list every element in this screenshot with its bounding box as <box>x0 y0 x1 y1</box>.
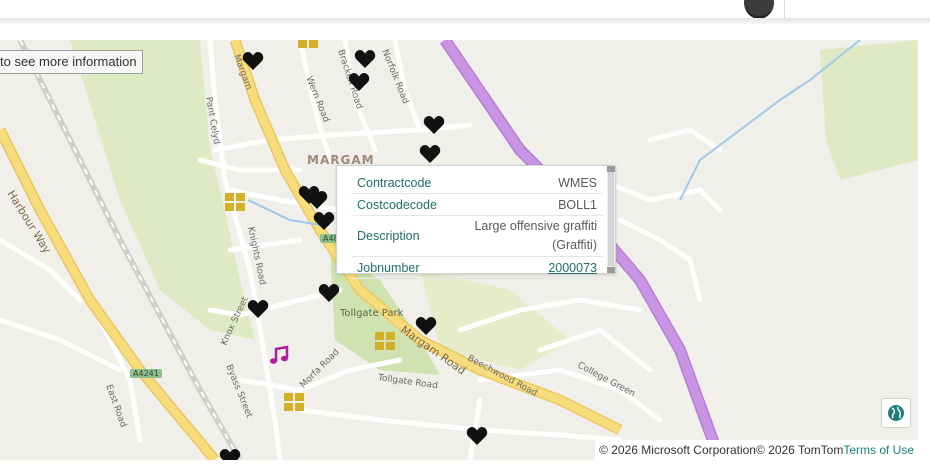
jobnumber-link[interactable]: 2000073 <box>548 261 597 275</box>
user-avatar[interactable] <box>744 0 774 19</box>
field-label: Contractcode <box>351 172 443 194</box>
job-info-table: Contractcode WMES Costcodecode BOLL1 Des… <box>351 172 603 279</box>
heart-marker-icon[interactable] <box>348 72 370 92</box>
table-row: Costcodecode BOLL1 <box>351 193 603 216</box>
scroll-thumb[interactable] <box>608 172 614 266</box>
heart-marker-icon[interactable] <box>466 426 488 446</box>
heart-marker-icon[interactable] <box>242 51 264 71</box>
heart-marker-icon[interactable] <box>318 283 340 303</box>
music-note-icon[interactable] <box>268 345 290 365</box>
table-row: Description Large offensive graffiti (Gr… <box>351 215 603 257</box>
heart-marker-icon[interactable] <box>247 299 269 319</box>
globe-icon <box>888 405 904 421</box>
attribution-tomtom: © 2026 TomTom <box>755 443 844 457</box>
field-value: 2000073 <box>442 256 603 279</box>
page-right-margin <box>918 40 940 466</box>
poi-grid-icon[interactable] <box>374 331 396 351</box>
top-header-bar <box>0 0 940 20</box>
map-style-button[interactable] <box>881 398 911 428</box>
park-label: Tollgate Park <box>340 308 404 319</box>
job-info-popup[interactable]: Contractcode WMES Costcodecode BOLL1 Des… <box>336 165 616 279</box>
heart-marker-icon[interactable] <box>306 190 328 210</box>
scroll-down-arrow[interactable] <box>607 267 615 273</box>
poi-grid-icon[interactable] <box>224 192 246 212</box>
poi-grid-icon[interactable] <box>283 392 305 412</box>
heart-marker-icon[interactable] <box>219 448 241 460</box>
attribution-microsoft: © 2026 Microsoft Corporation <box>599 443 756 457</box>
table-row: Contractcode WMES <box>351 172 603 194</box>
heart-marker-icon[interactable] <box>423 115 445 135</box>
header-shadow <box>0 18 930 24</box>
popup-scrollbar[interactable] <box>607 166 615 273</box>
map-canvas[interactable]: to see more information MARGAM Tollgate … <box>0 40 918 460</box>
heart-marker-icon[interactable] <box>313 211 335 231</box>
map-attribution: © 2026 Microsoft Corporation© 2026 TomTo… <box>595 440 918 460</box>
poi-grid-icon[interactable] <box>297 40 319 60</box>
heart-marker-icon[interactable] <box>354 49 376 69</box>
field-value: Large offensive graffiti (Graffiti) <box>442 215 603 257</box>
field-value: BOLL1 <box>442 193 603 216</box>
heart-marker-icon[interactable] <box>419 144 441 164</box>
field-label: Description <box>351 215 443 257</box>
header-divider <box>784 0 785 20</box>
field-label: Jobnumber <box>351 256 443 279</box>
map-hint-banner: to see more information <box>0 50 143 74</box>
table-row: Jobnumber 2000073 <box>351 256 603 279</box>
field-label: Costcodecode <box>351 193 443 216</box>
field-value: WMES <box>442 172 603 194</box>
road-shield-a4241: A4241 <box>130 369 162 378</box>
heart-marker-icon[interactable] <box>415 316 437 336</box>
terms-of-use-link[interactable]: Terms of Use <box>843 443 914 457</box>
